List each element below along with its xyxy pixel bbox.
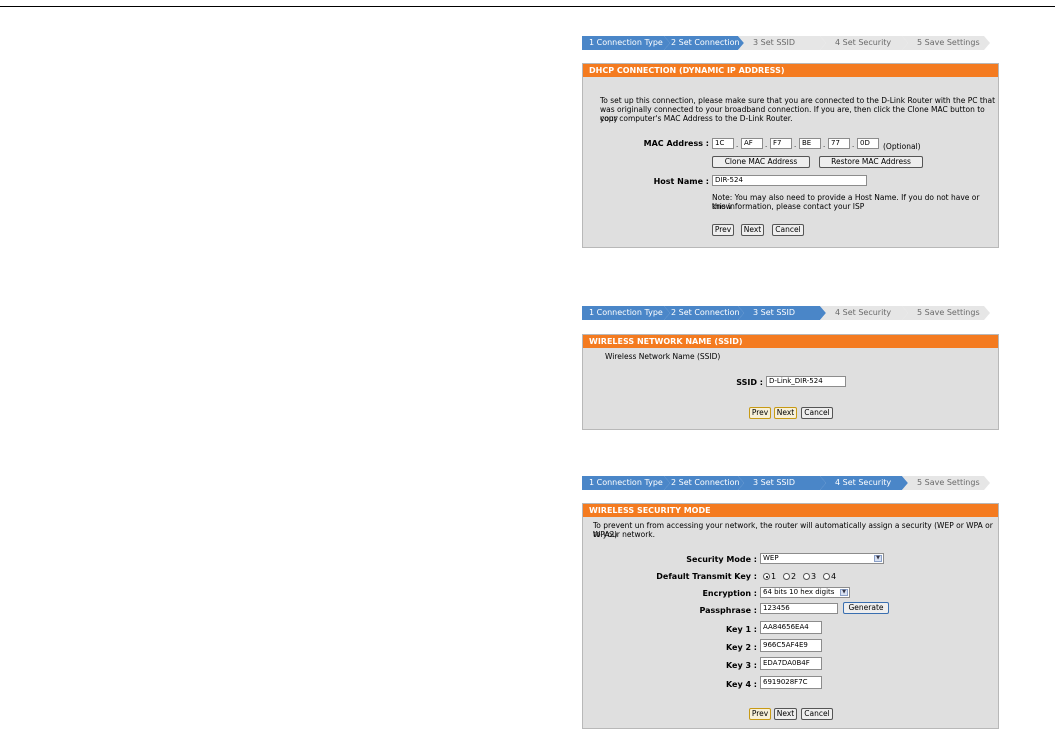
step-set-security: 4 Set Security	[835, 38, 892, 47]
prev-button[interactable]: Prev	[749, 708, 771, 720]
mac-octet-1[interactable]: 1C	[712, 138, 734, 149]
step-set-connection: 2 Set Connection	[671, 478, 740, 487]
step-set-security: 4 Set Security	[835, 308, 892, 317]
step-set-security: 4 Set Security	[835, 478, 892, 487]
key-4-input[interactable]: 6919028F7C	[760, 676, 822, 689]
step-set-ssid: 3 Set SSID	[753, 478, 795, 487]
mac-separator: .	[852, 141, 855, 149]
security-mode-select[interactable]: WEP ▼	[760, 553, 884, 564]
mac-address-label: MAC Address :	[643, 139, 709, 148]
step-save-settings: 5 Save Settings	[917, 308, 980, 317]
wizard-step-labels-ssid: 1 Connection Type 2 Set Connection 3 Set…	[582, 306, 992, 320]
encryption-select[interactable]: 64 bits 10 hex digits ▼	[760, 587, 850, 598]
passphrase-label: Passphrase :	[699, 606, 757, 615]
security-intro-line2: to your network.	[593, 530, 656, 539]
security-mode-label: Security Mode :	[686, 555, 757, 564]
clone-mac-button[interactable]: Clone MAC Address	[712, 156, 810, 168]
host-note-line2: this information, please contact your IS…	[712, 202, 865, 211]
key-2-input[interactable]: 966C5AF4E9	[760, 639, 822, 652]
next-button[interactable]: Next	[774, 407, 797, 419]
next-button[interactable]: Next	[774, 708, 797, 720]
step-connection-type: 1 Connection Type	[589, 308, 663, 317]
host-name-input[interactable]: DIR-524	[712, 175, 867, 186]
mac-octet-2[interactable]: AF	[741, 138, 763, 149]
passphrase-input[interactable]: 123456	[760, 603, 838, 614]
tx-key-radio-1-label: 1	[771, 572, 777, 581]
step-save-settings: 5 Save Settings	[917, 478, 980, 487]
chevron-down-icon: ▼	[840, 589, 848, 596]
mac-octet-4[interactable]: BE	[799, 138, 821, 149]
step-set-connection: 2 Set Connection	[671, 308, 740, 317]
restore-mac-button[interactable]: Restore MAC Address	[819, 156, 923, 168]
tx-key-radio-3-label: 3	[811, 572, 817, 581]
next-button[interactable]: Next	[741, 224, 764, 236]
mac-separator: .	[765, 141, 768, 149]
mac-optional-label: (Optional)	[883, 142, 921, 151]
mac-octet-5[interactable]: 77	[828, 138, 850, 149]
wizard-step-labels-dhcp: 1 Connection Type 2 Set Connection 3 Set…	[582, 36, 992, 50]
prev-button[interactable]: Prev	[749, 407, 771, 419]
key-1-input[interactable]: AA84656EA4	[760, 621, 822, 634]
encryption-label: Encryption :	[702, 589, 757, 598]
tx-key-radio-1[interactable]	[763, 573, 770, 580]
security-panel: WIRELESS SECURITY MODE To prevent un fro…	[582, 503, 999, 729]
key-1-label: Key 1 :	[725, 625, 757, 634]
prev-button[interactable]: Prev	[712, 224, 734, 236]
tx-key-radio-2[interactable]	[783, 573, 790, 580]
mac-separator: .	[736, 141, 739, 149]
step-set-ssid: 3 Set SSID	[753, 38, 795, 47]
ssid-panel: WIRELESS NETWORK NAME (SSID) Wireless Ne…	[582, 334, 999, 430]
key-2-label: Key 2 :	[725, 643, 757, 652]
mac-separator: .	[794, 141, 797, 149]
encryption-value: 64 bits 10 hex digits	[763, 588, 835, 596]
security-mode-value: WEP	[763, 554, 779, 562]
mac-separator: .	[823, 141, 826, 149]
cancel-button[interactable]: Cancel	[801, 407, 833, 419]
tx-key-radio-4-label: 4	[831, 572, 837, 581]
security-panel-title: WIRELESS SECURITY MODE	[583, 504, 998, 517]
tx-key-radio-2-label: 2	[791, 572, 797, 581]
mac-octet-6[interactable]: 0D	[857, 138, 879, 149]
step-connection-type: 1 Connection Type	[589, 38, 663, 47]
key-4-label: Key 4 :	[725, 680, 757, 689]
tx-key-radio-4[interactable]	[823, 573, 830, 580]
tx-key-radio-3[interactable]	[803, 573, 810, 580]
ssid-panel-title: WIRELESS NETWORK NAME (SSID)	[583, 335, 998, 348]
key-3-label: Key 3 :	[725, 661, 757, 670]
step-connection-type: 1 Connection Type	[589, 478, 663, 487]
cancel-button[interactable]: Cancel	[772, 224, 804, 236]
mac-octet-3[interactable]: F7	[770, 138, 792, 149]
ssid-input[interactable]: D-Link_DIR-524	[766, 376, 846, 387]
dhcp-panel: DHCP CONNECTION (DYNAMIC IP ADDRESS) To …	[582, 63, 999, 248]
dhcp-intro-line1: To set up this connection, please make s…	[600, 96, 996, 105]
cancel-button[interactable]: Cancel	[801, 708, 833, 720]
step-save-settings: 5 Save Settings	[917, 38, 980, 47]
generate-button[interactable]: Generate	[843, 602, 889, 614]
key-3-input[interactable]: EDA7DA0B4F	[760, 657, 822, 670]
chevron-down-icon: ▼	[874, 555, 882, 562]
dhcp-intro-line3: your computer's MAC Address to the D-Lin…	[600, 114, 793, 123]
page-top-rule	[0, 6, 1055, 7]
default-transmit-key-label: Default Transmit Key :	[656, 572, 757, 581]
dhcp-panel-title: DHCP CONNECTION (DYNAMIC IP ADDRESS)	[583, 64, 998, 77]
host-name-label: Host Name :	[653, 177, 709, 186]
step-set-connection: 2 Set Connection	[671, 38, 740, 47]
wizard-step-labels-security: 1 Connection Type 2 Set Connection 3 Set…	[582, 476, 992, 490]
ssid-subtitle: Wireless Network Name (SSID)	[605, 352, 721, 361]
step-set-ssid: 3 Set SSID	[753, 308, 795, 317]
ssid-label: SSID :	[736, 378, 763, 387]
